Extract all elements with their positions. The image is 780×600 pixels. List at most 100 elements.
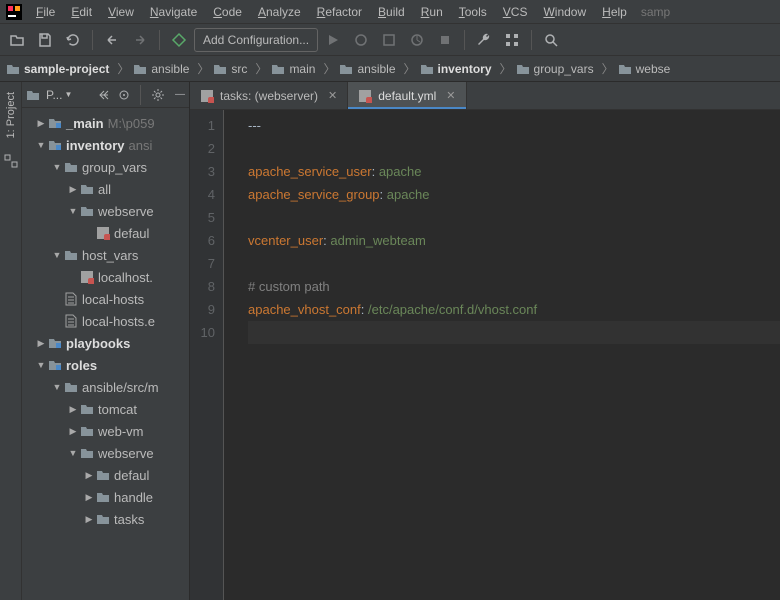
- editor[interactable]: 12345678910 --- apache_service_user: apa…: [190, 110, 780, 600]
- code-line-4[interactable]: apache_service_group: apache: [248, 183, 780, 206]
- line-number: 5: [190, 206, 215, 229]
- project-tree[interactable]: ▶_mainM:\p059▼inventoryansi▼group_vars▶a…: [22, 108, 189, 600]
- tree-node-tasks[interactable]: ▶tasks: [22, 508, 189, 530]
- tree-node-roles[interactable]: ▼roles: [22, 354, 189, 376]
- editor-area: tasks: (webserver)✕default.yml✕ 12345678…: [190, 82, 780, 600]
- tree-node-defaul[interactable]: defaul: [22, 222, 189, 244]
- code-line-8[interactable]: # custom path: [248, 275, 780, 298]
- gutter: 12345678910: [190, 110, 224, 600]
- tree-node-localhost-[interactable]: localhost.: [22, 266, 189, 288]
- code-line-5[interactable]: [248, 206, 780, 229]
- crumb-ansible[interactable]: ansible〉: [133, 60, 209, 77]
- coverage-button[interactable]: [376, 27, 402, 53]
- code-line-9[interactable]: apache_vhost_conf: /etc/apache/conf.d/vh…: [248, 298, 780, 321]
- menu-file[interactable]: File: [28, 2, 63, 22]
- locate-icon[interactable]: [118, 89, 130, 101]
- menu-window[interactable]: Window: [535, 2, 594, 22]
- tab-default-yml[interactable]: default.yml✕: [348, 82, 466, 109]
- line-number: 9: [190, 298, 215, 321]
- collapse-icon[interactable]: [98, 89, 110, 101]
- menu-build[interactable]: Build: [370, 2, 413, 22]
- crumb-group_vars[interactable]: group_vars〉: [516, 60, 614, 77]
- menu-vcs[interactable]: VCS: [495, 2, 536, 22]
- structure-tool-button[interactable]: [4, 154, 18, 168]
- tab-tasks-webserver-[interactable]: tasks: (webserver)✕: [190, 82, 348, 109]
- refresh-button[interactable]: [60, 27, 86, 53]
- build-button[interactable]: [166, 27, 192, 53]
- code-line-7[interactable]: [248, 252, 780, 275]
- tree-node-all[interactable]: ▶all: [22, 178, 189, 200]
- crumb-webse[interactable]: webse: [618, 62, 671, 76]
- stop-button[interactable]: [432, 27, 458, 53]
- separator: [92, 30, 93, 50]
- main-toolbar: Add Configuration...: [0, 24, 780, 56]
- tree-node-defaul[interactable]: ▶defaul: [22, 464, 189, 486]
- tree-node-web-vm[interactable]: ▶web-vm: [22, 420, 189, 442]
- back-button[interactable]: [99, 27, 125, 53]
- tree-node-ansible-src-m[interactable]: ▼ansible/src/m: [22, 376, 189, 398]
- crumb-inventory[interactable]: inventory〉: [420, 60, 512, 77]
- hide-icon[interactable]: —: [175, 89, 185, 100]
- tree-node-local-hosts[interactable]: local-hosts: [22, 288, 189, 310]
- code-line-10[interactable]: [248, 321, 780, 344]
- line-number: 7: [190, 252, 215, 275]
- separator: [159, 30, 160, 50]
- folder-icon: [26, 89, 40, 101]
- close-tab-icon[interactable]: ✕: [446, 89, 455, 102]
- structure-button[interactable]: [499, 27, 525, 53]
- line-number: 2: [190, 137, 215, 160]
- app-icon: [6, 4, 22, 20]
- body: 1: Project P...▼ — ▶_mainM:\p059▼invento…: [0, 82, 780, 600]
- menu-view[interactable]: View: [100, 2, 142, 22]
- project-view-dropdown[interactable]: P...▼: [46, 88, 72, 102]
- crumb-sample-project[interactable]: sample-project〉: [6, 60, 129, 77]
- sidebar-header: P...▼ —: [22, 82, 189, 108]
- window: FileEditViewNavigateCodeAnalyzeRefactorB…: [0, 0, 780, 600]
- menu-run[interactable]: Run: [413, 2, 451, 22]
- wrench-button[interactable]: [471, 27, 497, 53]
- search-button[interactable]: [538, 27, 564, 53]
- menu-navigate[interactable]: Navigate: [142, 2, 205, 22]
- debug-button[interactable]: [348, 27, 374, 53]
- crumb-ansible[interactable]: ansible〉: [339, 60, 415, 77]
- close-tab-icon[interactable]: ✕: [328, 89, 337, 102]
- crumb-main[interactable]: main〉: [271, 60, 335, 77]
- project-name-truncated: samp: [641, 5, 670, 19]
- editor-tabs: tasks: (webserver)✕default.yml✕: [190, 82, 780, 110]
- tree-node-host_vars[interactable]: ▼host_vars: [22, 244, 189, 266]
- tree-node-_main[interactable]: ▶_mainM:\p059: [22, 112, 189, 134]
- save-button[interactable]: [32, 27, 58, 53]
- tree-node-inventory[interactable]: ▼inventoryansi: [22, 134, 189, 156]
- line-number: 3: [190, 160, 215, 183]
- menu-refactor[interactable]: Refactor: [309, 2, 370, 22]
- code-line-1[interactable]: ---: [248, 114, 780, 137]
- menu-code[interactable]: Code: [205, 2, 250, 22]
- tree-node-handle[interactable]: ▶handle: [22, 486, 189, 508]
- tree-node-group_vars[interactable]: ▼group_vars: [22, 156, 189, 178]
- menu-edit[interactable]: Edit: [63, 2, 100, 22]
- tree-node-webserve[interactable]: ▼webserve: [22, 442, 189, 464]
- line-number: 10: [190, 321, 215, 344]
- menu-help[interactable]: Help: [594, 2, 635, 22]
- gear-icon[interactable]: [151, 88, 165, 102]
- code-line-6[interactable]: vcenter_user: admin_webteam: [248, 229, 780, 252]
- code-area[interactable]: --- apache_service_user: apacheapache_se…: [224, 110, 780, 600]
- tree-node-tomcat[interactable]: ▶tomcat: [22, 398, 189, 420]
- code-line-3[interactable]: apache_service_user: apache: [248, 160, 780, 183]
- profile-button[interactable]: [404, 27, 430, 53]
- line-number: 4: [190, 183, 215, 206]
- open-button[interactable]: [4, 27, 30, 53]
- run-button[interactable]: [320, 27, 346, 53]
- line-number: 1: [190, 114, 215, 137]
- tree-node-local-hosts-e[interactable]: local-hosts.e: [22, 310, 189, 332]
- tree-node-playbooks[interactable]: ▶playbooks: [22, 332, 189, 354]
- menubar: FileEditViewNavigateCodeAnalyzeRefactorB…: [0, 0, 780, 24]
- crumb-src[interactable]: src〉: [213, 60, 267, 77]
- code-line-2[interactable]: [248, 137, 780, 160]
- project-tool-button[interactable]: 1: Project: [5, 92, 17, 138]
- run-config-combo[interactable]: Add Configuration...: [194, 28, 318, 52]
- menu-tools[interactable]: Tools: [451, 2, 495, 22]
- menu-analyze[interactable]: Analyze: [250, 2, 309, 22]
- tree-node-webserve[interactable]: ▼webserve: [22, 200, 189, 222]
- forward-button[interactable]: [127, 27, 153, 53]
